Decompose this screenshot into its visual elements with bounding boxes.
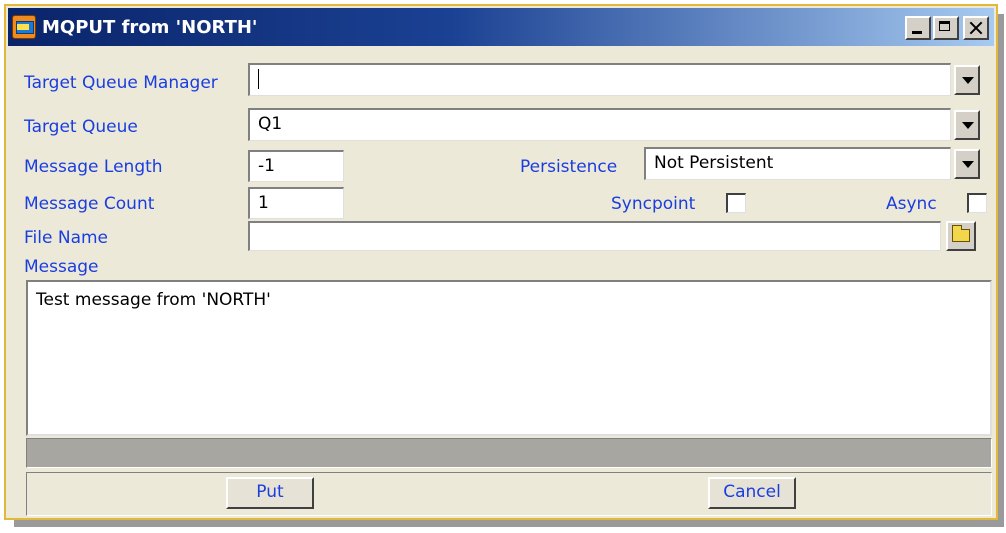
async-label: Async — [886, 194, 937, 214]
async-checkbox[interactable] — [967, 193, 987, 213]
minimize-button[interactable] — [905, 16, 931, 40]
syncpoint-label: Syncpoint — [611, 194, 696, 214]
file-name-label: File Name — [24, 228, 109, 248]
maximize-button[interactable] — [933, 16, 959, 40]
window-title: MQPUT from 'NORTH' — [42, 17, 258, 38]
message-length-input[interactable]: -1 — [248, 150, 344, 182]
persistence-label: Persistence — [520, 157, 618, 177]
browse-file-button[interactable] — [946, 221, 976, 251]
message-label: Message — [24, 257, 99, 277]
status-bar — [26, 438, 992, 468]
app-icon — [12, 15, 36, 39]
close-button[interactable] — [963, 16, 989, 40]
target-queue-input[interactable]: Q1 — [248, 108, 951, 141]
title-bar[interactable]: MQPUT from 'NORTH' — [8, 8, 994, 46]
message-length-label: Message Length — [24, 157, 163, 177]
target-queue-manager-dropdown-button[interactable] — [954, 65, 980, 95]
message-textarea[interactable]: Test message from 'NORTH' — [26, 280, 992, 436]
mqput-dialog: MQPUT from 'NORTH' Target Queue Manager … — [4, 4, 998, 520]
target-queue-manager-label: Target Queue Manager — [24, 73, 218, 93]
button-panel — [26, 472, 992, 516]
target-queue-dropdown-button[interactable] — [954, 110, 980, 140]
file-name-input[interactable] — [248, 221, 941, 251]
persistence-dropdown-button[interactable] — [954, 149, 980, 179]
persistence-select[interactable]: Not Persistent — [644, 147, 951, 180]
text-caret — [258, 69, 259, 89]
folder-icon — [952, 225, 970, 242]
target-queue-label: Target Queue — [24, 117, 138, 137]
cancel-button[interactable]: Cancel — [708, 477, 796, 509]
target-queue-manager-input[interactable] — [248, 63, 951, 96]
message-count-label: Message Count — [24, 194, 155, 214]
put-button[interactable]: Put — [226, 477, 314, 509]
syncpoint-checkbox[interactable] — [726, 193, 746, 213]
message-count-input[interactable]: 1 — [248, 187, 344, 219]
